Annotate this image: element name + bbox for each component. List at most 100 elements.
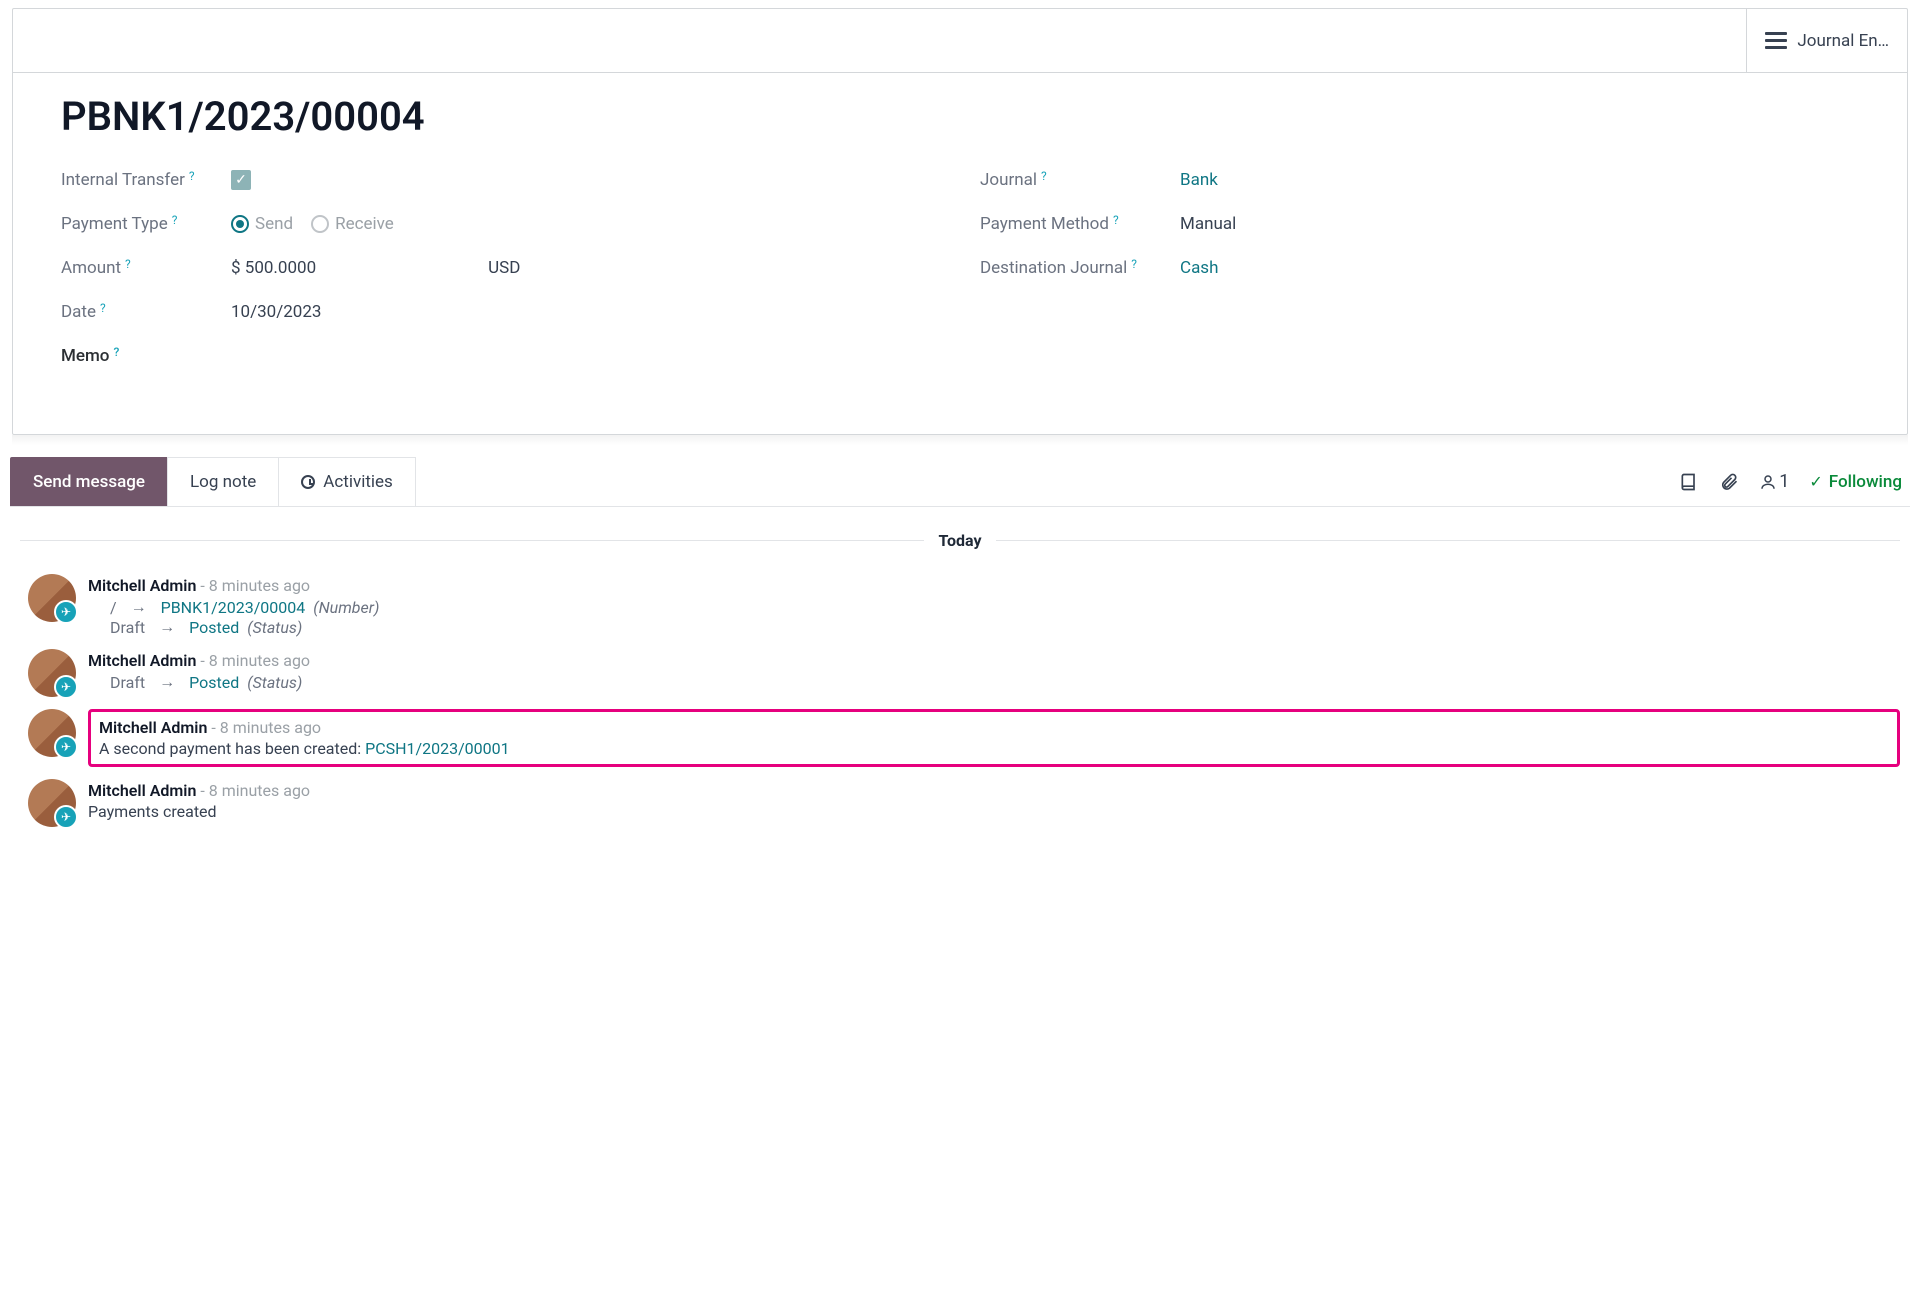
- field-journal: Journal ? Bank: [980, 158, 1859, 202]
- amount-currency: USD: [488, 258, 520, 278]
- field-payment-method: Payment Method ? Manual: [980, 202, 1859, 246]
- field-memo: Memo ?: [61, 334, 940, 378]
- form-col-right: Journal ? Bank Payment Method ? Manual: [980, 158, 1859, 378]
- send-message-label: Send message: [33, 472, 145, 492]
- change-field: (Status): [247, 673, 302, 692]
- payment-type-label: Payment Type: [61, 214, 168, 234]
- amount-value: $ 500.0000: [231, 258, 316, 278]
- change-from: Draft: [110, 673, 145, 692]
- message-author[interactable]: Mitchell Admin: [88, 576, 196, 595]
- card-body: PBNK1/2023/00004 Internal Transfer ? ✓ P…: [13, 73, 1907, 434]
- chatter-message: Mitchell Admin - 8 minutes agoDraft→Post…: [20, 645, 1900, 705]
- change-from: /: [110, 598, 117, 617]
- chatter-message: Mitchell Admin - 8 minutes ago A second p…: [20, 705, 1900, 775]
- book-icon[interactable]: [1679, 472, 1699, 492]
- following-label: Following: [1829, 472, 1902, 492]
- today-label: Today: [938, 531, 981, 550]
- date-label: Date: [61, 302, 96, 322]
- message-author[interactable]: Mitchell Admin: [88, 651, 196, 670]
- internal-transfer-label: Internal Transfer: [61, 170, 185, 190]
- help-icon[interactable]: ?: [125, 257, 131, 271]
- message-time: - 8 minutes ago: [196, 576, 310, 595]
- journal-entries-button[interactable]: Journal En…: [1746, 9, 1907, 72]
- page-title: PBNK1/2023/00004: [61, 93, 1859, 140]
- help-icon[interactable]: ?: [113, 345, 119, 359]
- tab-activities[interactable]: Activities: [279, 457, 416, 506]
- message-body: Mitchell Admin - 8 minutes agoDraft→Post…: [88, 649, 1900, 692]
- clock-icon: [301, 475, 315, 489]
- card-header: Journal En…: [13, 9, 1907, 73]
- followers-button[interactable]: 1: [1759, 471, 1789, 492]
- chatter-tabs: Send message Log note Activities 1 ✓ Fol…: [10, 457, 1910, 507]
- help-icon[interactable]: ?: [100, 301, 106, 315]
- message-body: Mitchell Admin - 8 minutes ago Payments c…: [88, 779, 1900, 821]
- field-destination-journal: Destination Journal ? Cash: [980, 246, 1859, 290]
- change-from: Draft: [110, 618, 145, 637]
- log-note-label: Log note: [190, 472, 256, 492]
- change-to-link[interactable]: PBNK1/2023/00004: [161, 598, 306, 617]
- message-time: - 8 minutes ago: [207, 718, 321, 737]
- field-date: Date ? 10/30/2023: [61, 290, 940, 334]
- tab-log-note[interactable]: Log note: [167, 457, 279, 506]
- message-time: - 8 minutes ago: [196, 651, 310, 670]
- journal-entries-label: Journal En…: [1797, 31, 1889, 51]
- arrow-icon: →: [131, 597, 147, 617]
- radio-off-icon: [311, 215, 329, 233]
- change-to-link[interactable]: Posted: [189, 673, 239, 692]
- journal-value[interactable]: Bank: [1180, 170, 1218, 190]
- date-value: 10/30/2023: [231, 302, 321, 322]
- payment-method-label: Payment Method: [980, 214, 1109, 234]
- chatter-body: Today Mitchell Admin - 8 minutes ago/→PB…: [10, 507, 1910, 855]
- chatter: Send message Log note Activities 1 ✓ Fol…: [10, 457, 1910, 855]
- message-time: - 8 minutes ago: [196, 781, 310, 800]
- arrow-icon: →: [159, 617, 175, 637]
- followers-count: 1: [1779, 471, 1789, 492]
- field-internal-transfer: Internal Transfer ? ✓: [61, 158, 940, 202]
- radio-receive[interactable]: Receive: [311, 214, 394, 234]
- form-columns: Internal Transfer ? ✓ Payment Type ?: [61, 158, 1859, 378]
- destination-journal-value[interactable]: Cash: [1180, 258, 1218, 278]
- avatar[interactable]: [28, 709, 76, 757]
- help-icon[interactable]: ?: [189, 169, 195, 183]
- message-author[interactable]: Mitchell Admin: [88, 781, 196, 800]
- record-card: Journal En… PBNK1/2023/00004 Internal Tr…: [12, 8, 1908, 435]
- activities-label: Activities: [323, 472, 393, 492]
- radio-send[interactable]: Send: [231, 214, 293, 234]
- message-body: Mitchell Admin - 8 minutes ago A second p…: [88, 709, 1900, 767]
- internal-transfer-checkbox[interactable]: ✓: [231, 170, 251, 190]
- field-payment-type: Payment Type ? Send Receive: [61, 202, 940, 246]
- change-field: (Number): [313, 598, 379, 617]
- radio-send-label: Send: [255, 214, 293, 234]
- hamburger-icon: [1765, 32, 1787, 49]
- chatter-right-actions: 1 ✓ Following: [1679, 457, 1910, 506]
- following-button[interactable]: ✓ Following: [1809, 472, 1902, 492]
- chatter-message: Mitchell Admin - 8 minutes ago/→PBNK1/20…: [20, 570, 1900, 645]
- radio-receive-label: Receive: [335, 214, 394, 234]
- message-text: Payments created: [88, 802, 217, 821]
- avatar[interactable]: [28, 779, 76, 827]
- attachment-icon[interactable]: [1719, 472, 1739, 492]
- destination-journal-label: Destination Journal: [980, 258, 1127, 278]
- messages-list: Mitchell Admin - 8 minutes ago/→PBNK1/20…: [20, 570, 1900, 835]
- memo-label: Memo: [61, 346, 109, 366]
- check-icon: ✓: [1809, 472, 1822, 491]
- change-to-link[interactable]: Posted: [189, 618, 239, 637]
- message-link[interactable]: PCSH1/2023/00001: [365, 739, 510, 758]
- amount-label: Amount: [61, 258, 121, 278]
- radio-on-icon: [231, 215, 249, 233]
- avatar[interactable]: [28, 649, 76, 697]
- help-icon[interactable]: ?: [1113, 213, 1119, 227]
- payment-type-radio-group: Send Receive: [231, 214, 394, 234]
- message-text: A second payment has been created:: [99, 739, 365, 758]
- field-amount: Amount ? $ 500.0000 USD: [61, 246, 940, 290]
- avatar[interactable]: [28, 574, 76, 622]
- tab-send-message[interactable]: Send message: [10, 457, 168, 506]
- help-icon[interactable]: ?: [172, 213, 178, 227]
- message-author[interactable]: Mitchell Admin: [99, 718, 207, 737]
- payment-method-value: Manual: [1180, 214, 1236, 234]
- journal-label: Journal: [980, 170, 1037, 190]
- change-field: (Status): [247, 618, 302, 637]
- help-icon[interactable]: ?: [1131, 257, 1137, 271]
- help-icon[interactable]: ?: [1041, 169, 1047, 183]
- message-body: Mitchell Admin - 8 minutes ago/→PBNK1/20…: [88, 574, 1900, 637]
